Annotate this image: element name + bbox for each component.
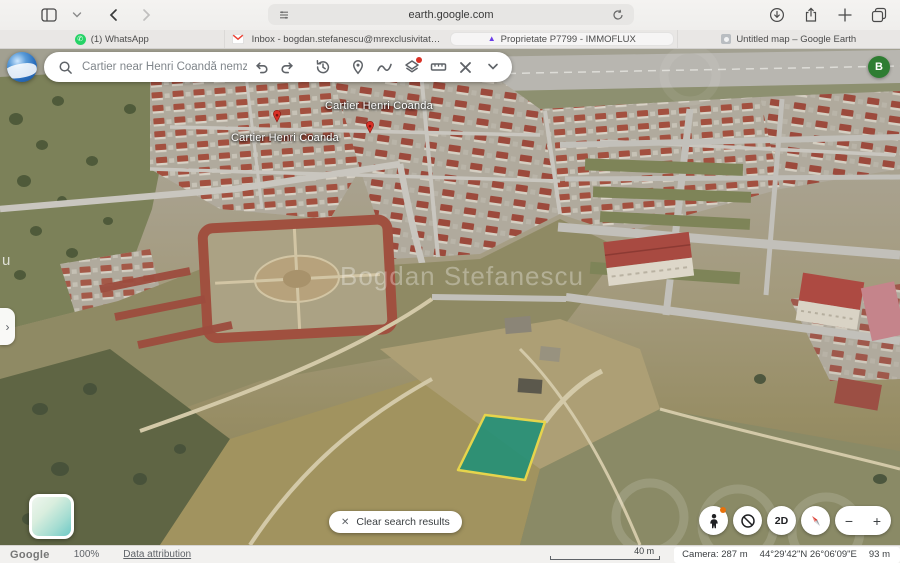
safari-window: earth.google.com ✆ (1) WhatsApp [0,0,900,563]
tab-immoflux[interactable]: ▲ Proprietate P7799 - IMMOFLUX [450,32,674,46]
page-settings-icon[interactable] [275,6,293,24]
notification-dot [416,57,422,63]
zoom-out-button[interactable]: − [845,513,853,529]
reload-icon[interactable] [609,6,627,24]
compass[interactable] [801,506,830,535]
side-panel-handle[interactable]: › [0,308,15,345]
account-avatar[interactable]: B [868,56,890,78]
tab-google-earth[interactable]: Untitled map – Google Earth [677,30,900,48]
status-bar: Google 100% Data attribution 40 m Camera… [0,545,900,563]
map-viewport[interactable] [0,49,900,545]
earth-search-pill [44,52,512,82]
downloads-icon[interactable] [768,6,786,24]
close-icon: ✕ [341,517,349,528]
browser-toolbar: earth.google.com [0,0,900,30]
pegman-notification-dot [720,507,726,513]
new-tab-icon[interactable] [836,6,854,24]
map-style-thumbnail[interactable] [29,494,74,539]
gmail-icon [229,30,247,48]
2d-mode-button[interactable]: 2D [767,506,796,535]
redo-icon[interactable] [274,54,301,81]
crossed-tools-icon[interactable] [452,54,479,81]
tab-strip: ✆ (1) WhatsApp Inbox - bogdan.stefanescu… [0,30,900,49]
search-icon[interactable] [56,54,74,81]
whatsapp-icon: ✆ [75,34,86,45]
tab-label: Inbox - bogdan.stefanescu@mrexclusivitat… [252,34,443,45]
chevron-right-icon: › [6,320,10,334]
coordinates: 44°29'42"N 26°06'09"E [760,549,857,560]
watermark-text: Bogdan Stefanescu [340,261,584,292]
ground-elevation: 93 m [869,549,890,560]
zoom-control: − + [835,506,891,535]
zoom-in-button[interactable]: + [873,513,881,529]
toggle-overlay-button[interactable] [733,506,762,535]
camera-altitude: Camera: 287 m [682,549,747,560]
watermark-edge-text: u [2,252,10,269]
share-icon[interactable] [802,6,820,24]
placemark-icon[interactable] [344,54,371,81]
camera-info: Camera: 287 m 44°29'42"N 26°06'09"E 93 m [674,547,900,563]
google-earth-tab-icon [721,34,731,44]
tab-label: (1) WhatsApp [91,34,149,45]
forward-icon[interactable] [138,6,156,24]
google-logo: Google [10,549,50,561]
url-text: earth.google.com [293,9,609,21]
historical-imagery-icon[interactable] [309,54,336,81]
measure-icon[interactable] [425,54,452,81]
tab-whatsapp[interactable]: ✆ (1) WhatsApp [0,30,224,48]
data-attribution-link[interactable]: Data attribution [123,549,191,560]
earth-toolbar [7,52,512,82]
scale-label: 40 m [634,546,654,556]
toolbar-collapse-chevron-icon[interactable] [479,54,506,81]
tab-gmail-inbox[interactable]: Inbox - bogdan.stefanescu@mrexclusivitat… [224,30,448,48]
map-label-cartier-1[interactable]: Cartier Henri Coanda [325,100,433,112]
google-earth-logo[interactable] [7,52,37,82]
back-icon[interactable] [104,6,122,24]
map-label-cartier-2[interactable]: Cartier Henri Coanda [231,132,339,144]
immoflux-icon: ▲ [488,34,496,44]
address-bar[interactable]: earth.google.com [268,4,634,25]
sidebar-icon[interactable] [40,6,58,24]
sidebar-chevron-down-icon[interactable] [68,6,86,24]
pegman-button[interactable] [699,506,728,535]
tab-label: Proprietate P7799 - IMMOFLUX [501,34,636,45]
scale-bar [550,556,660,560]
map-controls: 2D − + [699,506,891,535]
map-scale: 40 m [550,548,660,562]
tab-label: Untitled map – Google Earth [736,34,856,45]
undo-icon[interactable] [247,54,274,81]
map-canvas[interactable] [0,49,900,545]
tab-overview-icon[interactable] [870,6,888,24]
search-input[interactable] [82,61,247,73]
draw-path-icon[interactable] [371,54,398,81]
zoom-level: 100% [74,549,100,560]
clear-search-results-button[interactable]: ✕ Clear search results [329,511,462,533]
clear-search-results-label: Clear search results [356,516,449,528]
layers-icon[interactable] [398,54,425,81]
